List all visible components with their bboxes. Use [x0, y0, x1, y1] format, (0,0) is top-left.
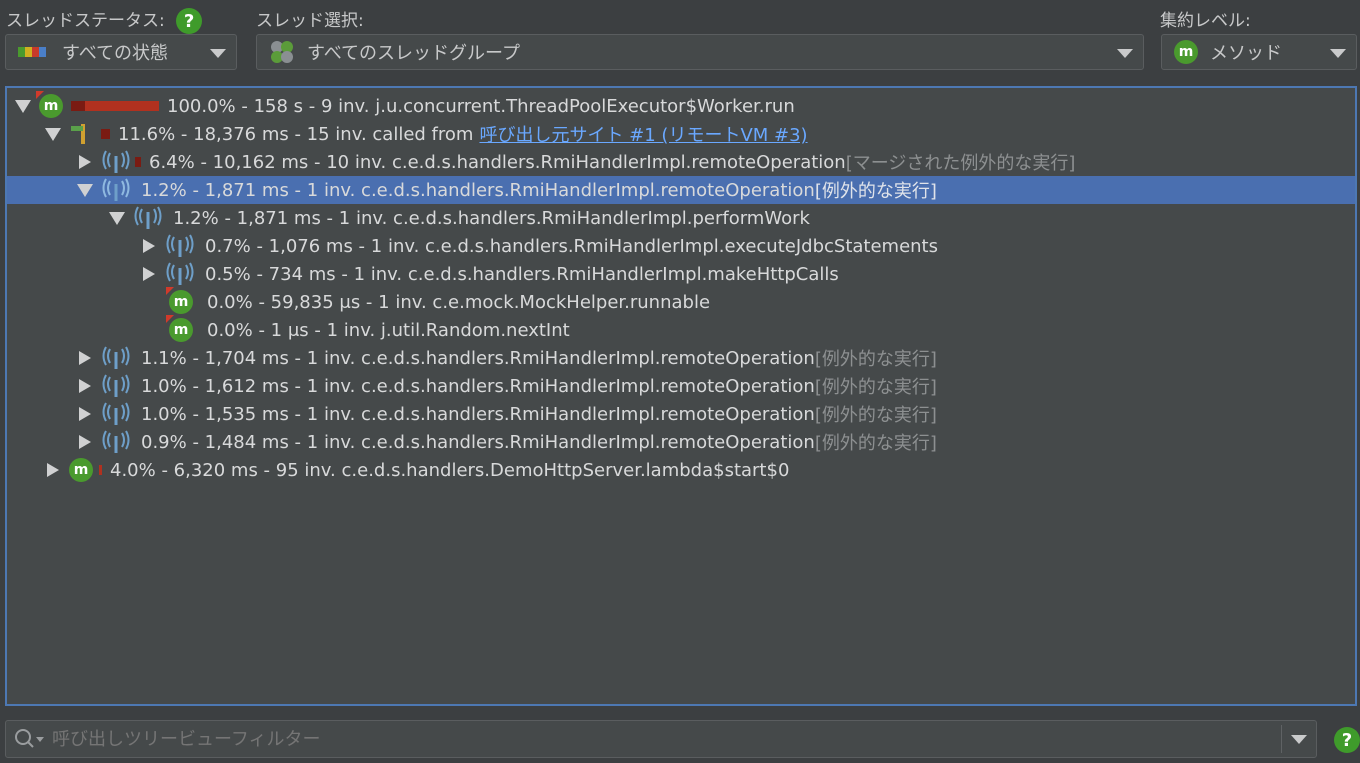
tree-row-selected[interactable]: 1.2% - 1,871 ms - 1 inv. c.e.d.s.handler…: [7, 176, 1355, 204]
call-site-link[interactable]: 呼び出し元サイト #1 (リモートVM #3): [479, 121, 807, 147]
expand-toggle-icon[interactable]: [79, 407, 91, 421]
tree-row-tag: [例外的な実行]: [814, 433, 937, 454]
tree-row[interactable]: 11.6% - 18,376 ms - 15 inv. called from …: [7, 120, 1355, 148]
chevron-down-icon: [210, 49, 226, 58]
thread-status-dropdown[interactable]: すべての状態: [5, 34, 237, 70]
tree-row[interactable]: m 100.0% - 158 s - 9 inv. j.u.concurrent…: [7, 91, 1355, 120]
tree-row[interactable]: 0.9% - 1,484 ms - 1 inv. c.e.d.s.handler…: [7, 428, 1355, 456]
antenna-icon: [166, 262, 194, 285]
antenna-icon: [102, 430, 130, 453]
tree-row-tag: [例外的な実行]: [814, 349, 937, 370]
antenna-icon: [102, 150, 130, 173]
antenna-icon: [102, 346, 130, 369]
time-bar: [135, 157, 141, 167]
tree-row[interactable]: m 0.0% - 1 μs - 1 inv. j.util.Random.nex…: [7, 315, 1355, 344]
antenna-icon: [134, 206, 162, 229]
method-icon-glyph: m: [173, 322, 189, 338]
tree-row-text: 11.6% - 18,376 ms - 15 inv. called from: [118, 123, 474, 145]
antenna-icon: [102, 374, 130, 397]
chevron-down-icon: [1117, 49, 1133, 58]
filter-input[interactable]: [50, 727, 1254, 751]
method-icon-glyph: m: [173, 294, 189, 310]
tree-row[interactable]: m 0.0% - 59,835 μs - 1 inv. c.e.mock.Moc…: [7, 287, 1355, 316]
tree-row-text: 1.2% - 1,871 ms - 1 inv. c.e.d.s.handler…: [141, 179, 815, 201]
expand-toggle-icon[interactable]: [79, 155, 91, 169]
tree-row-text: 0.7% - 1,076 ms - 1 inv. c.e.d.s.handler…: [205, 235, 938, 257]
tree-row-text: 1.0% - 1,612 ms - 1 inv. c.e.d.s.handler…: [141, 375, 815, 397]
tree-row-text: 1.2% - 1,871 ms - 1 inv. c.e.d.s.handler…: [173, 207, 810, 229]
tree-row-text: 4.0% - 6,320 ms - 95 inv. c.e.d.s.handle…: [110, 459, 790, 481]
aggregation-dropdown[interactable]: m メソッド: [1161, 34, 1357, 70]
tree-row-text: 1.0% - 1,535 ms - 1 inv. c.e.d.s.handler…: [141, 403, 815, 425]
method-icon: m: [69, 458, 93, 482]
expand-toggle-icon[interactable]: [15, 99, 31, 113]
tree-row[interactable]: 6.4% - 10,162 ms - 10 inv. c.e.d.s.handl…: [7, 148, 1355, 176]
method-icon: m: [166, 287, 193, 314]
expand-toggle-icon[interactable]: [47, 463, 59, 477]
aggregation-value: メソッド: [1210, 43, 1282, 64]
help-icon[interactable]: ?: [1334, 727, 1360, 753]
thread-status-label: スレッドステータス: ?: [6, 6, 203, 34]
method-icon: m: [1174, 40, 1198, 64]
thread-status-label-text: スレッドステータス:: [6, 11, 165, 31]
expand-toggle-icon[interactable]: [143, 239, 155, 253]
tree-row-text: 0.5% - 734 ms - 1 inv. c.e.d.s.handlers.…: [205, 263, 839, 285]
time-bar: [99, 465, 102, 475]
tree-row[interactable]: 1.2% - 1,871 ms - 1 inv. c.e.d.s.handler…: [7, 204, 1355, 232]
antenna-icon: [166, 234, 194, 257]
expand-toggle-icon[interactable]: [109, 211, 125, 225]
time-bar: [71, 101, 159, 111]
state-colors-icon: [18, 47, 46, 57]
tree-row-text: 100.0% - 158 s - 9 inv. j.u.concurrent.T…: [167, 95, 795, 117]
tree-row-tag: [例外的な実行]: [814, 405, 937, 426]
call-tree[interactable]: m 100.0% - 158 s - 9 inv. j.u.concurrent…: [5, 86, 1357, 706]
search-icon: [15, 729, 44, 748]
method-icon-glyph: m: [73, 462, 89, 478]
tree-row[interactable]: 1.0% - 1,612 ms - 1 inv. c.e.d.s.handler…: [7, 372, 1355, 400]
tree-row-text: 0.9% - 1,484 ms - 1 inv. c.e.d.s.handler…: [141, 431, 815, 453]
tree-row-text: 0.0% - 1 μs - 1 inv. j.util.Random.nextI…: [207, 319, 570, 341]
method-icon-glyph: m: [43, 98, 59, 114]
tree-row-tag: [マージされた例外的な実行]: [845, 153, 1076, 174]
method-icon-glyph: m: [1178, 44, 1194, 60]
tree-row[interactable]: 0.5% - 734 ms - 1 inv. c.e.d.s.handlers.…: [7, 260, 1355, 288]
flag-icon: [71, 124, 85, 144]
thread-group-icon: [271, 41, 293, 63]
thread-select-dropdown[interactable]: すべてのスレッドグループ: [256, 34, 1144, 70]
chevron-down-icon: [1330, 49, 1346, 58]
tree-row[interactable]: 1.1% - 1,704 ms - 1 inv. c.e.d.s.handler…: [7, 344, 1355, 372]
help-icon[interactable]: ?: [176, 8, 203, 34]
antenna-icon: [102, 178, 130, 201]
expand-toggle-icon[interactable]: [77, 183, 93, 197]
tree-row-text: 0.0% - 59,835 μs - 1 inv. c.e.mock.MockH…: [207, 291, 711, 313]
tree-row[interactable]: 0.7% - 1,076 ms - 1 inv. c.e.d.s.handler…: [7, 232, 1355, 260]
tree-row-text: 1.1% - 1,704 ms - 1 inv. c.e.d.s.handler…: [141, 347, 815, 369]
call-tree-filter-field[interactable]: [5, 720, 1317, 758]
chevron-down-icon[interactable]: [1291, 735, 1307, 744]
expand-toggle-icon[interactable]: [79, 351, 91, 365]
expand-toggle-icon[interactable]: [45, 127, 61, 141]
tree-row-tag: [例外的な実行]: [814, 181, 937, 202]
time-bar: [101, 129, 110, 139]
expand-toggle-icon[interactable]: [79, 435, 91, 449]
thread-select-label: スレッド選択:: [256, 11, 364, 31]
tree-row-tag: [例外的な実行]: [814, 377, 937, 398]
thread-status-value: すべての状態: [62, 43, 169, 64]
expand-toggle-icon[interactable]: [79, 379, 91, 393]
tree-row-text: 6.4% - 10,162 ms - 10 inv. c.e.d.s.handl…: [149, 151, 846, 173]
method-icon: m: [166, 315, 193, 342]
filter-divider: [1281, 725, 1282, 753]
tree-row[interactable]: m 4.0% - 6,320 ms - 95 inv. c.e.d.s.hand…: [7, 456, 1355, 484]
thread-select-value: すべてのスレッドグループ: [307, 43, 520, 64]
method-icon: m: [36, 91, 63, 118]
expand-toggle-icon[interactable]: [143, 267, 155, 281]
tree-row[interactable]: 1.0% - 1,535 ms - 1 inv. c.e.d.s.handler…: [7, 400, 1355, 428]
antenna-icon: [102, 402, 130, 425]
aggregation-label: 集約レベル:: [1160, 11, 1251, 31]
